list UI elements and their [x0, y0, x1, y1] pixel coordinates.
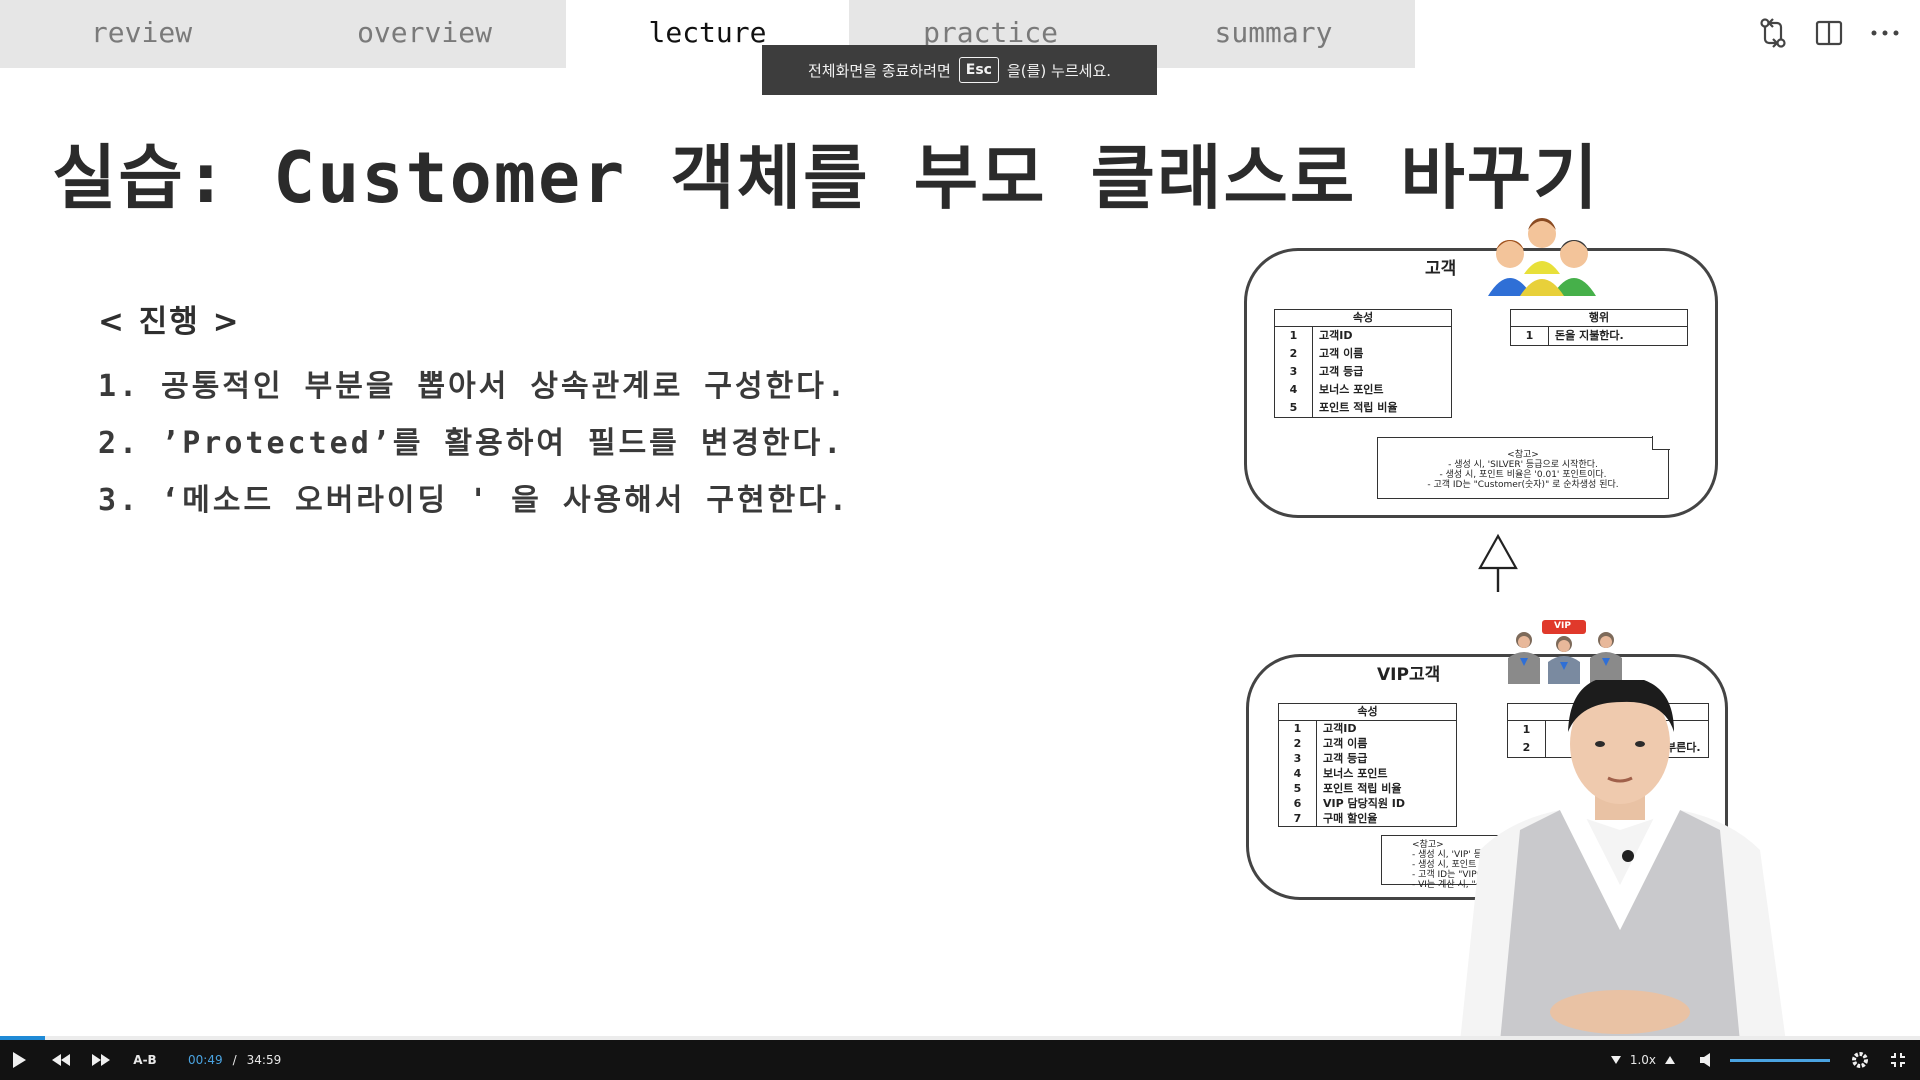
time-separator: /: [232, 1053, 237, 1067]
exit-fullscreen-toast: 전체화면을 종료하려면 Esc 을(를) 누르세요.: [762, 45, 1157, 95]
settings-gear-icon[interactable]: [1848, 1051, 1872, 1069]
row-number: 3: [1275, 363, 1313, 381]
toast-text-before: 전체화면을 종료하려면: [807, 61, 951, 80]
row-number: 5: [1275, 399, 1313, 417]
current-time: 00:49: [188, 1053, 223, 1067]
row-value: 돈을 지불한다.: [1555, 329, 1624, 342]
volume-slider[interactable]: [1730, 1058, 1830, 1062]
row-value: 고객ID: [1319, 329, 1353, 342]
tab-list: review overview lecture practice summary: [0, 0, 1415, 68]
slide-title: 실습: Customer 객체를 부모 클래스로 바꾸기: [52, 137, 1600, 219]
table-header: 속성: [1279, 704, 1456, 721]
step-item: 1. 공통적인 부분을 뽑아서 상속관계로 구성한다.: [98, 369, 848, 404]
play-icon[interactable]: [0, 1051, 38, 1069]
playback-speed: 1.0x: [1629, 1053, 1656, 1067]
row-number: 7: [1279, 811, 1317, 826]
row-value: 구매 할인율: [1323, 812, 1378, 825]
tab-label: summary: [1214, 16, 1333, 49]
inheritance-arrow: [1478, 533, 1518, 592]
tab-label: overview: [357, 16, 492, 49]
row-number: 6: [1279, 796, 1317, 811]
row-value: 고객 등급: [1319, 365, 1364, 378]
table-row: 1 고객ID: [1275, 327, 1451, 345]
table-header: 속성: [1275, 310, 1451, 327]
table-row: 1 고객ID: [1279, 721, 1456, 736]
row-number: 1: [1275, 327, 1313, 345]
tab-overview[interactable]: overview: [283, 0, 566, 68]
toast-text-after: 을(를) 누르세요.: [1006, 61, 1112, 80]
row-number: 1: [1511, 327, 1549, 345]
customer-group-icon: [1480, 214, 1602, 300]
step-item: 3. ‘메소드 오버라이딩 ' 을 사용해서 구현한다.: [98, 483, 850, 518]
total-time: 34:59: [246, 1053, 282, 1067]
speed-up-icon[interactable]: [1660, 1055, 1680, 1065]
fast-forward-icon[interactable]: [82, 1053, 120, 1067]
table-row: 1 돈을 지불한다.: [1511, 327, 1687, 345]
row-value: 보너스 포인트: [1319, 383, 1384, 396]
row-value: 고객ID: [1323, 722, 1357, 735]
row-value: 고객 등급: [1323, 752, 1368, 765]
table-row: 7 구매 할인율: [1279, 811, 1456, 826]
note-line: - 고객 ID는 "Customer(숫자)" 로 순차생성 된다.: [1427, 480, 1619, 490]
table-row: 2 고객 이름: [1279, 736, 1456, 751]
note-line: <참고>: [1507, 450, 1539, 460]
more-icon[interactable]: [1870, 16, 1900, 50]
table-header: 행위: [1511, 310, 1687, 327]
steps-list: < 진행 > 1. 공통적인 부분을 뽑아서 상속관계로 구성한다. 2. ’P…: [98, 296, 850, 532]
customer-note: <참고> - 생성 시, 'SILVER' 등급으로 시작한다. - 생성 시,…: [1377, 436, 1670, 499]
esc-key-badge: Esc: [958, 57, 999, 83]
table-row: 5 포인트 적립 비율: [1279, 781, 1456, 796]
split-view-icon[interactable]: [1814, 16, 1844, 50]
table-row: 6 VIP 담당직원 ID: [1279, 796, 1456, 811]
row-number: 3: [1279, 751, 1317, 766]
table-row: 2 고객 이름: [1275, 345, 1451, 363]
table-row: 4 보너스 포인트: [1275, 381, 1451, 399]
customer-attribute-table: 속성 1 고객ID 2 고객 이름 3 고객 등급 4 보너스 포인트 5 포인트 적립 …: [1274, 309, 1452, 418]
editor-toolbar: [1758, 16, 1900, 50]
table-row: 3 고객 등급: [1279, 751, 1456, 766]
tab-review[interactable]: review: [0, 0, 283, 68]
presenter-video-overlay: [1450, 680, 1790, 1042]
vip-attribute-table: 속성 1 고객ID 2 고객 이름 3 고객 등급 4 보너스 포인트 5 포인트 적립 …: [1278, 703, 1457, 827]
exit-fullscreen-icon[interactable]: [1886, 1052, 1910, 1068]
vip-class-title: VIP고객: [1377, 665, 1441, 685]
rewind-icon[interactable]: [42, 1053, 80, 1067]
row-value: 포인트 적립 비율: [1319, 401, 1398, 414]
tab-label: lecture: [648, 16, 767, 49]
note-fold: [1652, 436, 1670, 450]
speed-down-icon[interactable]: [1606, 1055, 1626, 1065]
table-row: 3 고객 등급: [1275, 363, 1451, 381]
row-value: VIP 담당직원 ID: [1323, 797, 1406, 810]
row-number: 2: [1279, 736, 1317, 751]
row-number: 4: [1279, 766, 1317, 781]
row-number: 2: [1275, 345, 1313, 363]
table-row: 5 포인트 적립 비율: [1275, 399, 1451, 417]
ab-repeat-button[interactable]: A-B: [126, 1053, 164, 1067]
table-row: 4 보너스 포인트: [1279, 766, 1456, 781]
steps-heading: < 진행 >: [98, 304, 241, 340]
tab-summary[interactable]: summary: [1132, 0, 1415, 68]
vip-badge: VIP: [1554, 621, 1571, 631]
row-value: 포인트 적립 비율: [1323, 782, 1402, 795]
volume-icon[interactable]: [1694, 1052, 1718, 1068]
row-value: 보너스 포인트: [1323, 767, 1388, 780]
note-line: - 생성 시, 'SILVER' 등급으로 시작한다.: [1448, 460, 1598, 470]
note-line: - 생성 시, 포인트 비율은 '0.01' 포인트이다.: [1439, 470, 1607, 480]
row-value: 고객 이름: [1319, 347, 1364, 360]
row-number: 5: [1279, 781, 1317, 796]
compare-icon[interactable]: [1758, 16, 1788, 50]
player-controls: A-B 00:49 / 34:59 1.0x: [0, 1040, 1920, 1080]
row-number: 1: [1279, 721, 1317, 736]
customer-behavior-table: 행위 1 돈을 지불한다.: [1510, 309, 1688, 346]
customer-class-title: 고객: [1425, 259, 1457, 279]
tab-label: review: [90, 16, 193, 49]
row-value: 고객 이름: [1323, 737, 1368, 750]
row-number: 4: [1275, 381, 1313, 399]
step-item: 2. ’Protected’를 활용하여 필드를 변경한다.: [98, 426, 845, 461]
